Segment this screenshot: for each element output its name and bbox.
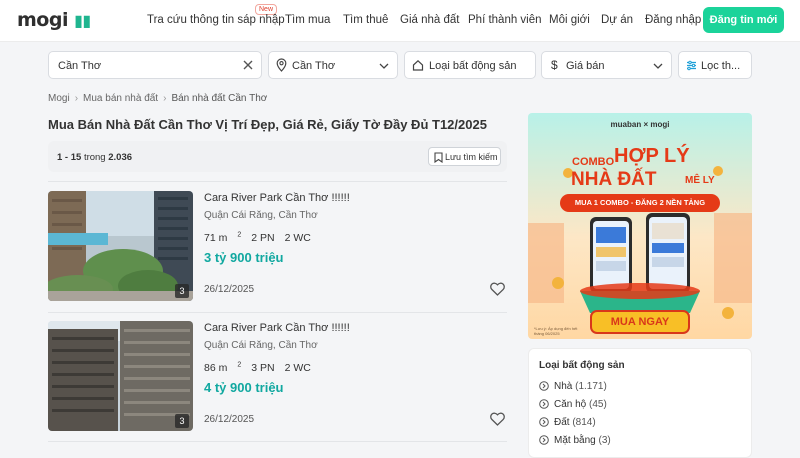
filter-item-apartment[interactable]: Căn hộ (45) <box>539 399 607 410</box>
nav-brokers[interactable]: Môi giới <box>549 14 590 26</box>
listing-address: Quận Cái Răng, Cần Thơ <box>204 210 318 221</box>
chevron-circle-icon <box>539 417 549 427</box>
page-title: Mua Bán Nhà Đất Cần Thơ Vị Trí Đẹp, Giá … <box>48 117 487 132</box>
banner-combo: COMBO <box>572 156 615 168</box>
listing-address: Quận Cái Răng, Cần Thơ <box>204 340 318 351</box>
filter-item-house[interactable]: Nhà (1.171) <box>539 381 607 392</box>
clear-icon[interactable] <box>243 60 253 70</box>
listing-title[interactable]: Cara River Park Cần Thơ !!!!!! <box>204 192 350 204</box>
nav-login[interactable]: Đăng nhập <box>645 14 701 26</box>
nav-membership-fee[interactable]: Phí thành viên <box>468 14 542 26</box>
dollar-icon: $ <box>551 58 558 72</box>
buy-now-button[interactable]: MUA NGAY <box>590 310 690 334</box>
chevron-circle-icon <box>539 381 549 391</box>
listing-card[interactable]: 3 Cara River Park Cần Thơ !!!!!! Quận Cá… <box>48 321 507 431</box>
promo-banner[interactable]: muaban × mogi COMBO HỢP LÝ NHÀ ĐẤT MÊ LY… <box>528 113 752 339</box>
listing-card[interactable]: 3 Cara River Park Cần Thơ !!!!!! Quận Cá… <box>48 191 507 301</box>
heart-icon[interactable] <box>490 282 505 296</box>
nav-buy[interactable]: Tìm mua <box>285 14 330 26</box>
chevron-down-icon <box>379 63 389 69</box>
divider <box>48 441 507 442</box>
location-pin-icon <box>276 58 287 72</box>
top-navbar: mogi ▮▮ New Tra cứu thông tin sáp nhập T… <box>0 0 800 42</box>
filter-item-land[interactable]: Đất (814) <box>539 417 596 428</box>
listing-bedrooms: 3 PN <box>251 361 275 374</box>
nav-rent[interactable]: Tìm thuê <box>343 14 388 26</box>
photo-count: 3 <box>175 284 189 298</box>
chevron-circle-icon <box>539 435 549 445</box>
bookmark-icon <box>434 152 443 163</box>
property-type-select[interactable]: Loại bất động sản <box>404 51 536 79</box>
location-select-value: Cần Thơ <box>292 60 336 72</box>
price-select-value: Giá bán <box>566 60 605 72</box>
filter-card-title: Loại bất động sản <box>539 360 625 371</box>
listing-title[interactable]: Cara River Park Cần Thơ !!!!!! <box>204 322 350 334</box>
breadcrumb-buy-sell[interactable]: Mua bán nhà đất <box>83 93 158 104</box>
breadcrumb-home[interactable]: Mogi <box>48 93 70 104</box>
divider <box>48 181 507 182</box>
banner-headline-2: NHÀ ĐẤT <box>571 169 657 190</box>
photo-count: 3 <box>175 414 189 428</box>
listing-bathrooms: 2 WC <box>284 231 311 244</box>
listing-bathrooms: 2 WC <box>284 361 311 374</box>
banner-fineprint: *Lưu ý: Áp dụng đến hết tháng 06/2025 <box>534 326 578 336</box>
location-select[interactable]: Cần Thơ <box>268 51 398 79</box>
listing-date: 26/12/2025 <box>204 284 255 295</box>
chevron-down-icon <box>653 63 663 69</box>
logo[interactable]: mogi ▮▮ <box>17 9 91 31</box>
listing-photo[interactable]: 3 <box>48 191 193 301</box>
listing-area: 86 m2 <box>204 361 242 374</box>
more-filters-button[interactable]: Lọc th... <box>678 51 752 79</box>
listing-price: 3 tỷ 900 triệu <box>204 250 284 265</box>
listing-photo[interactable]: 3 <box>48 321 193 431</box>
listing-price: 4 tỷ 900 triệu <box>204 380 284 395</box>
save-search-label: Lưu tìm kiếm <box>445 152 498 162</box>
divider <box>48 312 507 313</box>
listing-date: 26/12/2025 <box>204 414 255 425</box>
banner-headline-1: HỢP LÝ <box>614 145 690 167</box>
nav-land-price[interactable]: Giá nhà đất <box>400 14 459 26</box>
banner-subline: MUA 1 COMBO - ĐĂNG 2 NỀN TẢNG <box>560 194 720 212</box>
listing-area: 71 m2 <box>204 231 242 244</box>
listing-props: 71 m2 2 PN 2 WC <box>204 231 321 244</box>
home-icon <box>412 59 424 71</box>
post-listing-button[interactable]: Đăng tin mới <box>703 7 784 33</box>
search-input[interactable]: Cần Thơ <box>48 51 262 79</box>
results-count: 1 - 15 trong 2.036 <box>57 152 133 163</box>
filter-item-premises[interactable]: Mặt bằng (3) <box>539 435 611 446</box>
search-input-value: Cần Thơ <box>58 60 102 72</box>
nav-projects[interactable]: Dự án <box>601 14 633 26</box>
property-type-value: Loại bất động sản <box>429 60 517 72</box>
price-select[interactable]: $ Giá bán <box>541 51 672 79</box>
more-filters-label: Lọc th... <box>701 60 741 72</box>
save-search-button[interactable]: Lưu tìm kiếm <box>428 147 501 166</box>
results-bar: 1 - 15 trong 2.036 Lưu tìm kiếm <box>48 141 507 172</box>
breadcrumb: Mogi › Mua bán nhà đất › Bán nhà đất Cần Thơ <box>48 93 268 104</box>
property-type-filter-card: Loại bất động sản Nhà (1.171) Căn hộ (45… <box>528 348 752 458</box>
chevron-circle-icon <box>539 399 549 409</box>
breadcrumb-current: Bán nhà đất Cần Thơ <box>171 93 268 104</box>
listing-bedrooms: 2 PN <box>251 231 275 244</box>
heart-icon[interactable] <box>490 412 505 426</box>
filter-sliders-icon <box>687 60 696 71</box>
banner-headline-3: MÊ LY <box>685 175 715 186</box>
nav-merger-lookup[interactable]: Tra cứu thông tin sáp nhập <box>147 14 285 26</box>
listing-props: 86 m2 3 PN 2 WC <box>204 361 321 374</box>
